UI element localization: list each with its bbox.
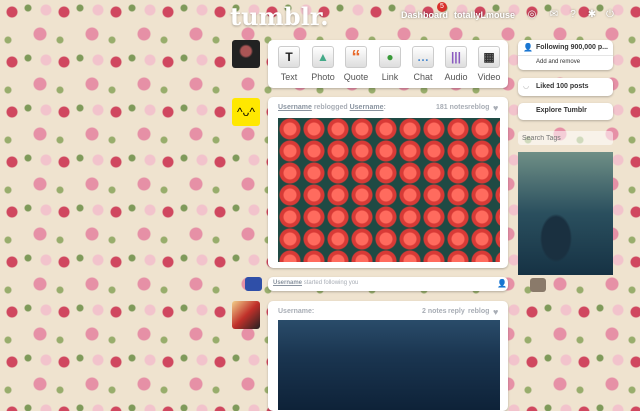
nav-username[interactable]: totallyLmouse <box>454 10 515 20</box>
follow-notice: Username started following you 👤 <box>268 277 508 291</box>
post-type-audio[interactable]: ||| Audio <box>439 46 473 82</box>
reblog-button[interactable]: reblog <box>468 308 489 315</box>
notification-badge: 5 <box>437 2 447 12</box>
post-author-link[interactable]: Username <box>278 104 312 111</box>
audio-icon: ||| <box>445 46 467 68</box>
post-2: Username: 2 notes reply reblog ♥ <box>268 301 508 411</box>
post-1: Username reblogged Username: 181 notes r… <box>268 97 508 268</box>
following-widget: 👤 Following 900,000 p... Add and remove <box>518 40 613 70</box>
follower-link[interactable]: Username <box>273 280 302 286</box>
post-type-video[interactable]: ▦ Video <box>472 46 506 82</box>
text-icon: T <box>278 46 300 68</box>
reply-button[interactable]: reply <box>448 308 465 315</box>
notes-count[interactable]: 2 notes <box>422 308 447 315</box>
help-icon[interactable]: ? <box>567 9 579 21</box>
video-icon: ▦ <box>478 46 500 68</box>
post-type-chat[interactable]: … Chat <box>406 46 440 82</box>
person-icon[interactable]: 👤 <box>497 279 507 288</box>
heart-icon[interactable]: ♥ <box>493 103 498 113</box>
post-2-author[interactable]: Username: <box>278 308 314 315</box>
reblog-source-link[interactable]: Username <box>350 104 384 111</box>
following-link[interactable]: Following 900,000 p... <box>536 44 608 51</box>
follower-avatar[interactable] <box>245 277 262 291</box>
liked-widget[interactable]: ◡ Liked 100 posts <box>518 78 613 96</box>
post-type-quote[interactable]: “Quote <box>339 46 373 82</box>
quote-icon: “ <box>345 46 367 68</box>
post-type-text[interactable]: T Text <box>272 46 306 82</box>
explore-tumblr-button[interactable]: Explore Tumblr <box>518 103 613 120</box>
post-1-header: Username reblogged Username: <box>278 104 386 111</box>
power-icon[interactable]: ⏻ <box>604 9 616 21</box>
post-type-link[interactable]: ● Link <box>373 46 407 82</box>
reblog-button[interactable]: reblog <box>468 104 489 111</box>
roses-photo[interactable] <box>278 118 500 262</box>
notes-count[interactable]: 181 notes <box>436 104 468 111</box>
heart-icon[interactable]: ♥ <box>493 307 498 317</box>
person-icon: 👤 <box>523 43 533 52</box>
compass-icon[interactable]: ◎ <box>526 9 538 21</box>
radar-author-avatar[interactable] <box>530 278 546 292</box>
link-icon: ● <box>379 46 401 68</box>
photo-icon: ▲ <box>312 46 334 68</box>
heart-icon: ◡ <box>523 83 530 90</box>
radar-photo[interactable] <box>518 152 613 275</box>
author-avatar[interactable] <box>232 301 260 329</box>
gear-icon[interactable]: ✱ <box>586 9 598 21</box>
tumblr-logo[interactable]: tumblr. <box>230 2 329 31</box>
chat-icon: … <box>412 46 434 68</box>
pikachu-avatar[interactable]: ^ᴗ^ <box>232 98 260 126</box>
add-remove-link[interactable]: Add and remove <box>536 59 580 65</box>
mail-icon[interactable]: ✉ <box>548 9 560 21</box>
search-tags-input[interactable] <box>518 131 613 145</box>
post-type-photo[interactable]: ▲ Photo <box>306 46 340 82</box>
user-avatar[interactable] <box>232 40 260 68</box>
pool-photo[interactable] <box>278 320 500 410</box>
post-composer: T Text ▲ Photo “Quote ● Link … Chat ||| Audio… <box>268 40 508 88</box>
